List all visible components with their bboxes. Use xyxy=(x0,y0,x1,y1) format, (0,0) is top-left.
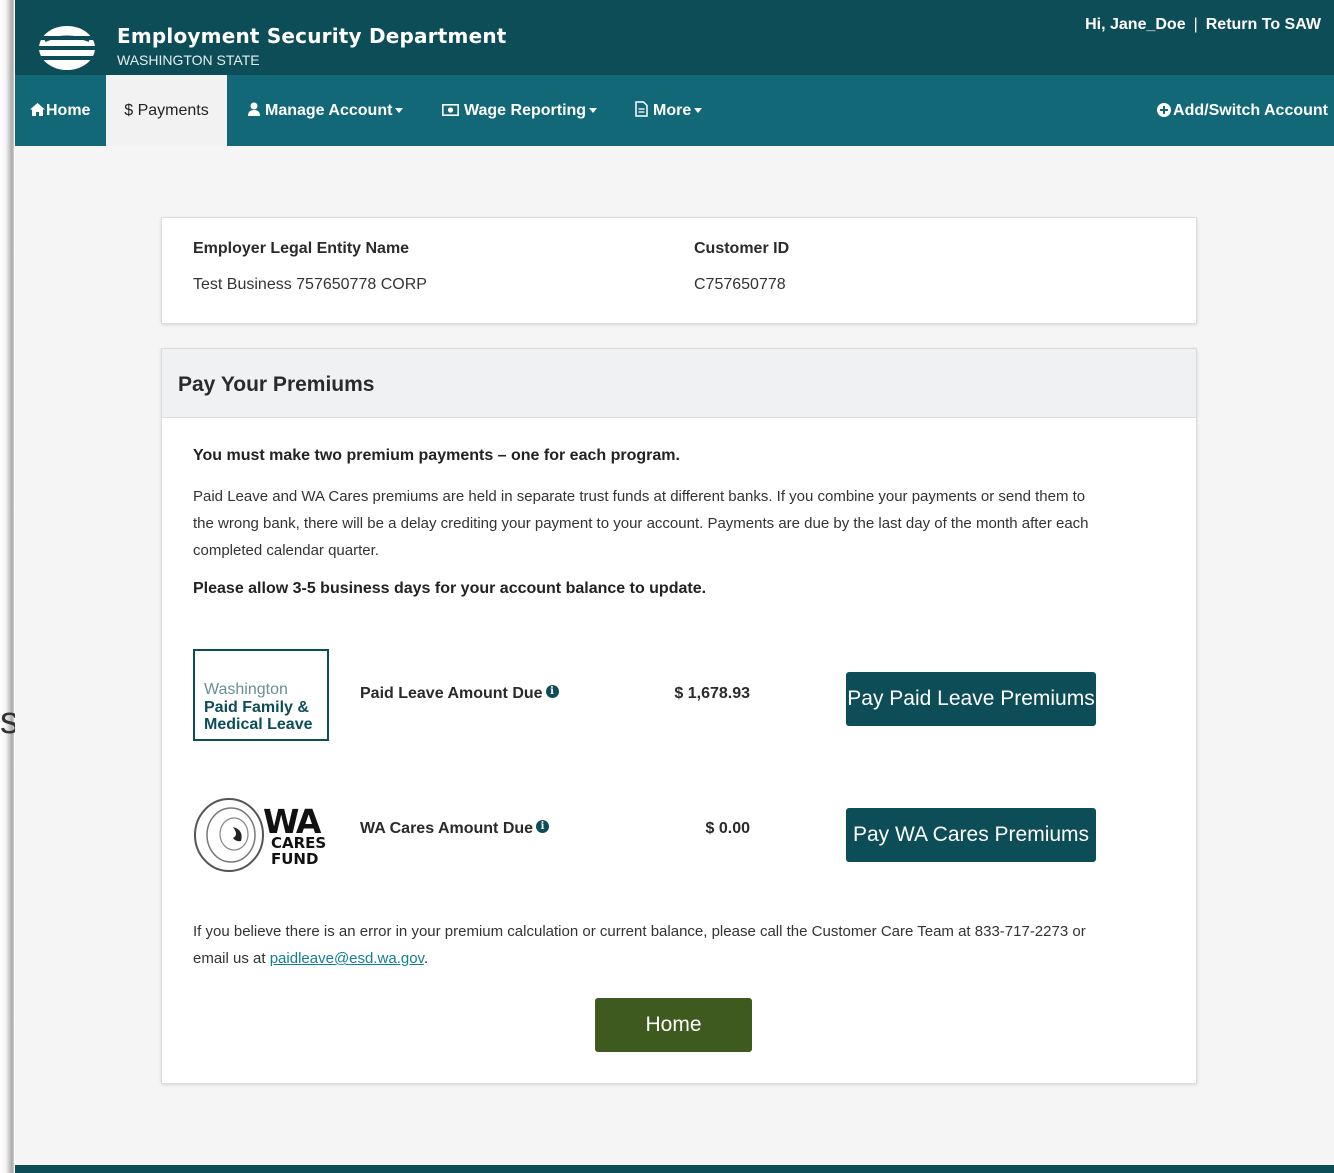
link-separator: | xyxy=(1193,16,1198,33)
info-circle-icon[interactable]: i xyxy=(536,820,550,833)
nav-home[interactable]: Home xyxy=(30,75,90,146)
paid-leave-amount-value: $ 1,678.93 xyxy=(674,685,750,702)
footer-bar xyxy=(15,1165,1334,1173)
nav-more[interactable]: More xyxy=(635,75,703,146)
nav-manage-account[interactable]: Manage Account xyxy=(248,75,404,146)
pfml-logo-line3: Medical Leave xyxy=(204,716,313,733)
chevron-down-icon xyxy=(694,108,703,114)
paid-leave-amount-label: Paid Leave Amount Due i xyxy=(360,685,559,703)
wa-cares-amount-value: $ 0.00 xyxy=(705,820,750,837)
nav-payments[interactable]: $ Payments xyxy=(106,75,227,146)
wa-cares-amount-label: WA Cares Amount Due i xyxy=(360,820,550,838)
help-text-line2: email us at xyxy=(193,950,266,967)
app-window: Employment Security Department WASHINGTO… xyxy=(15,0,1334,1173)
plus-circle-icon xyxy=(1157,103,1172,117)
main-nav: Home $ Payments Manage Account Wage Repo… xyxy=(15,75,1334,146)
paid-family-medical-leave-logo: Washington Paid Family & Medical Leave xyxy=(193,649,329,741)
esd-logo-icon xyxy=(37,26,97,70)
nav-wage-reporting[interactable]: Wage Reporting xyxy=(442,75,598,146)
brand-title: Employment Security Department xyxy=(117,24,507,48)
help-text-line1: If you believe there is an error in your… xyxy=(193,923,1086,940)
employer-info-card: Employer Legal Entity Name Test Business… xyxy=(161,217,1197,324)
chevron-down-icon xyxy=(395,108,404,114)
pfml-logo-line2: Paid Family & xyxy=(204,699,309,716)
home-icon xyxy=(30,103,45,116)
help-text-end: . xyxy=(423,950,429,967)
top-header: Employment Security Department WASHINGTO… xyxy=(15,0,1334,75)
user-icon xyxy=(248,102,260,116)
nav-home-label: Home xyxy=(46,102,91,119)
panel-title: Pay Your Premiums xyxy=(178,373,375,396)
chevron-down-icon xyxy=(589,108,598,114)
money-icon xyxy=(442,104,459,116)
panel-header: Pay Your Premiums xyxy=(162,349,1196,418)
allow-days-note: Please allow 3-5 business days for your … xyxy=(193,580,707,597)
brand-subtitle: WASHINGTON STATE xyxy=(117,52,260,68)
pay-wa-cares-button[interactable]: Pay WA Cares Premiums xyxy=(846,808,1096,862)
window-left-edge: s xyxy=(0,0,19,1173)
wa-cares-fund-logo: WA CARES FUND xyxy=(193,796,333,876)
nav-add-switch-account[interactable]: Add/Switch Account xyxy=(1157,75,1328,146)
wa-cares-swirl-icon xyxy=(194,798,264,872)
wa-cares-logo-fund: FUND xyxy=(271,850,319,868)
pfml-logo-line1: Washington xyxy=(204,681,288,698)
user-links: Hi, Jane_Doe | Return To SAW xyxy=(1085,16,1321,34)
premiums-description: Paid Leave and WA Cares premiums are hel… xyxy=(193,488,1089,559)
return-to-saw-link[interactable]: Return To SAW xyxy=(1206,16,1321,33)
intro-bold-text: You must make two premium payments – one… xyxy=(193,447,680,464)
help-text: If you believe there is an error in your… xyxy=(193,918,1153,972)
nav-manage-account-label: Manage Account xyxy=(265,102,393,119)
pay-premiums-panel: Pay Your Premiums You must make two prem… xyxy=(161,348,1197,1084)
pay-paid-leave-button[interactable]: Pay Paid Leave Premiums xyxy=(846,672,1096,726)
user-greeting: Hi, Jane_Doe xyxy=(1085,16,1186,33)
wa-cares-label-text: WA Cares Amount Due xyxy=(360,820,534,837)
nav-add-switch-label: Add/Switch Account xyxy=(1173,102,1328,119)
help-email-link[interactable]: paidleave@esd.wa.gov xyxy=(270,950,424,967)
document-icon xyxy=(635,101,648,117)
employer-name-value: Test Business 757650778 CORP xyxy=(193,276,427,293)
employer-name-label: Employer Legal Entity Name xyxy=(193,240,410,257)
nav-wage-reporting-label: Wage Reporting xyxy=(464,102,587,119)
info-circle-icon[interactable]: i xyxy=(545,685,559,698)
nav-more-label: More xyxy=(653,102,692,119)
customer-id-label: Customer ID xyxy=(694,240,790,257)
paid-leave-label-text: Paid Leave Amount Due xyxy=(360,685,543,702)
nav-payments-label: $ Payments xyxy=(124,102,209,119)
pfml-logo-bold: Paid Family & Medical Leave xyxy=(204,699,313,733)
customer-id-value: C757650778 xyxy=(694,276,786,293)
home-button[interactable]: Home xyxy=(595,998,752,1052)
